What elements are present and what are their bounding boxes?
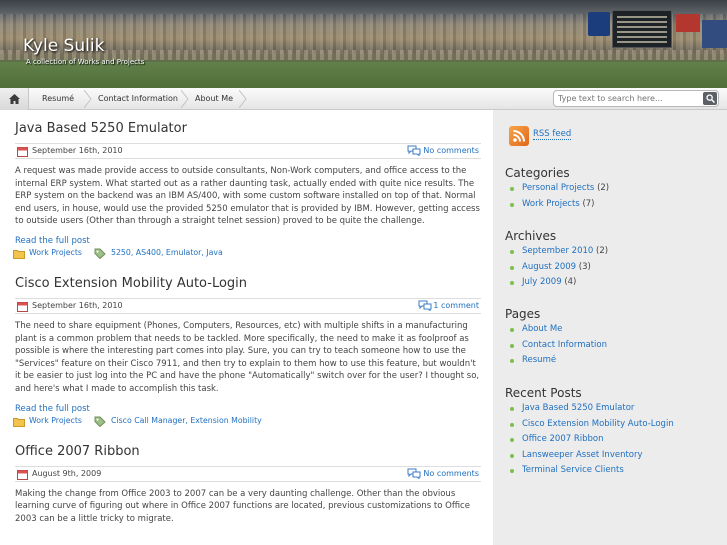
recent-posts-title: Recent Posts [505,386,582,400]
page-link[interactable]: Resumé [522,355,556,365]
archive-link[interactable]: September 2010 [522,246,593,256]
post-taxonomy: Work Projects 5250, AS400, Emulator, Jav… [13,248,481,260]
nav-item-about-me[interactable]: About Me [195,88,233,110]
post-tags-link[interactable]: 5250, AS400, Emulator, Java [111,248,223,257]
site-tagline: A collection of Works and Projects [26,58,145,66]
home-icon [8,94,20,104]
folder-icon [13,417,25,427]
pages-list: About Me Contact Information Resumé [505,322,715,369]
header-banner-sign [588,12,610,36]
rss-glyph [513,130,525,142]
nav-separator [181,90,189,108]
nav-separator [239,90,247,108]
category-count: (7) [582,198,595,209]
category-link[interactable]: Work Projects [522,199,580,209]
list-item: Java Based 5250 Emulator [505,401,715,417]
calendar-icon [17,301,28,312]
post-comments-link[interactable]: 1 comment [433,301,479,310]
post-category-link[interactable]: Work Projects [29,416,82,425]
archives-title: Archives [505,229,557,243]
post-meta: September 16th, 2010 1 comment [15,297,481,314]
search-box [553,90,719,107]
comment-icon [407,468,421,479]
header-banner-sign [676,14,700,32]
post: Java Based 5250 Emulator September 16th,… [13,118,481,260]
recent-post-link[interactable]: Cisco Extension Mobility Auto-Login [522,419,674,429]
header-banner-sign [702,20,727,48]
post-meta: August 9th, 2009 No comments [15,465,481,482]
list-item: Resumé [505,353,715,369]
post-title[interactable]: Cisco Extension Mobility Auto-Login [15,276,247,291]
list-item: August 2009 (3) [505,260,715,276]
comment-icon [407,145,421,156]
recent-post-link[interactable]: Java Based 5250 Emulator [522,403,634,413]
categories-list: Personal Projects (2) Work Projects (7) [505,181,715,212]
category-link[interactable]: Personal Projects [522,183,594,193]
list-item: Personal Projects (2) [505,181,715,197]
post: Cisco Extension Mobility Auto-Login Sept… [13,273,481,428]
list-item: September 2010 (2) [505,244,715,260]
page-link[interactable]: About Me [522,324,562,334]
list-item: Office 2007 Ribbon [505,432,715,448]
post-comments-link[interactable]: No comments [423,146,479,155]
calendar-icon [17,469,28,480]
post-title[interactable]: Java Based 5250 Emulator [15,121,187,136]
post-excerpt: Making the change from Office 2003 to 20… [15,488,470,524]
archive-link[interactable]: August 2009 [522,262,576,272]
recent-post-link[interactable]: Office 2007 Ribbon [522,434,604,444]
page-link[interactable]: Contact Information [522,340,607,350]
nav-separator [84,90,92,108]
search-button[interactable] [703,92,717,105]
post: Office 2007 Ribbon August 9th, 2009 No c… [15,441,481,526]
sidebar: RSS feed Categories Personal Projects (2… [493,110,727,545]
main-content: Java Based 5250 Emulator September 16th,… [13,118,481,526]
archive-link[interactable]: July 2009 [522,277,562,287]
post-date: September 16th, 2010 [32,300,123,310]
pages-title: Pages [505,307,541,321]
post-date: September 16th, 2010 [32,146,123,155]
tag-icon [94,416,106,427]
post-excerpt: A request was made provide access to out… [15,166,480,227]
list-item: Terminal Service Clients [505,463,715,479]
archive-count: (2) [596,246,609,256]
list-item: Work Projects (7) [505,197,715,213]
archive-count: (3) [578,261,591,272]
list-item: July 2009 (4) [505,275,715,291]
recent-post-link[interactable]: Terminal Service Clients [522,465,624,475]
list-item: Lansweeper Asset Inventory [505,448,715,464]
rss-icon[interactable] [509,126,529,146]
recent-posts-list: Java Based 5250 Emulator Cisco Extension… [505,401,715,479]
read-more-link[interactable]: Read the full post [15,236,481,247]
post-taxonomy: Work Projects Cisco Call Manager, Extens… [13,416,481,428]
list-item: About Me [505,322,715,338]
recent-post-link[interactable]: Lansweeper Asset Inventory [522,450,643,460]
tag-icon [94,248,106,259]
search-input[interactable] [554,91,700,106]
post-excerpt: The need to share equipment (Phones, Com… [15,320,480,394]
post-title[interactable]: Office 2007 Ribbon [15,444,140,459]
categories-title: Categories [505,166,570,180]
list-item: Cisco Extension Mobility Auto-Login [505,417,715,433]
category-count: (2) [597,183,610,193]
post-category-link[interactable]: Work Projects [29,248,82,257]
archives-list: September 2010 (2) August 2009 (3) July … [505,244,715,291]
search-icon [705,94,715,103]
nav-home-button[interactable] [0,88,29,110]
folder-icon [13,249,25,259]
nav-item-resume[interactable]: Resumé [42,88,74,110]
post-date: August 9th, 2009 [32,468,102,478]
site-header: Kyle Sulik A collection of Works and Pro… [0,0,727,88]
archive-count: (4) [564,277,577,287]
list-item: Contact Information [505,338,715,354]
post-meta: September 16th, 2010 No comments [15,143,481,159]
rss-feed-link[interactable]: RSS feed [533,129,572,140]
nav-item-contact-information[interactable]: Contact Information [98,88,178,110]
calendar-icon [17,147,28,157]
header-banner-scoreboard [612,10,672,48]
read-more-link[interactable]: Read the full post [15,404,481,415]
site-title[interactable]: Kyle Sulik [23,36,104,56]
post-comments-link[interactable]: No comments [423,469,479,478]
post-tags-link[interactable]: Cisco Call Manager, Extension Mobility [111,416,262,425]
comment-icon [418,300,432,311]
